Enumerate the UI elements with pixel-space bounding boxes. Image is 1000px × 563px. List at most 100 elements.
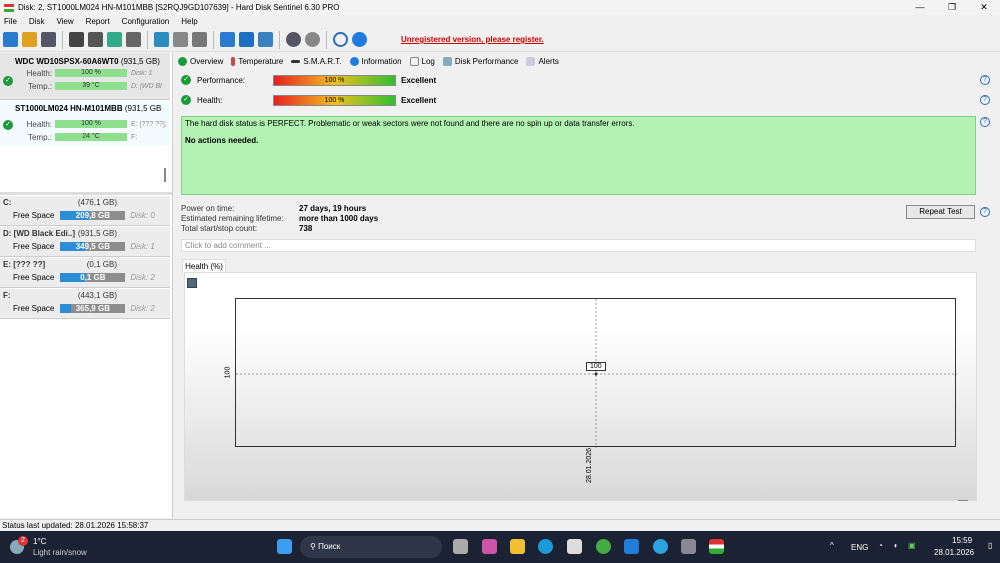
chevron-up-icon[interactable]: ^ (830, 541, 834, 550)
partition-item[interactable]: C: (476,1 GB) Free Space 209,8 GB Disk: 0 (0, 196, 170, 226)
vscode-icon[interactable] (624, 539, 639, 554)
tab-alerts[interactable]: Alerts (526, 56, 559, 66)
task-view-icon[interactable] (453, 539, 468, 554)
disk-number: Disk: 2 (130, 304, 155, 313)
menu-view[interactable]: View (56, 17, 73, 26)
disk-size: (931,5 GB (124, 104, 162, 113)
disk-test-icon[interactable] (69, 32, 84, 47)
wifi-icon[interactable]: ◔ (878, 541, 883, 550)
hard-disk-sentinel-icon[interactable] (709, 539, 724, 554)
tab-label: Information (361, 56, 402, 66)
register-link[interactable]: Unregistered version, please register. (401, 35, 544, 44)
tab-temperature[interactable]: Temperature (231, 56, 284, 66)
sound-icon[interactable] (305, 32, 320, 47)
info-icon[interactable] (352, 32, 367, 47)
partition-name: C: (3, 198, 12, 207)
free-space-label: Free Space (13, 242, 55, 251)
backup-icon[interactable] (192, 32, 207, 47)
chrome-icon[interactable] (596, 539, 611, 554)
tab-smart[interactable]: S.M.A.R.T. (291, 57, 342, 66)
store-icon[interactable] (567, 539, 582, 554)
partition-size: (443,1 GB) (77, 291, 117, 300)
edge-icon[interactable] (538, 539, 553, 554)
free-space-bar: 0,1 GB (60, 273, 126, 282)
start-icon[interactable] (277, 539, 292, 554)
refresh-icon[interactable] (3, 32, 18, 47)
copilot-icon[interactable] (482, 539, 497, 554)
notification-icon[interactable]: ▯ (988, 541, 992, 550)
help-icon[interactable]: ? (980, 117, 990, 127)
tab-label: Temperature (238, 56, 284, 66)
gear-icon[interactable] (286, 32, 301, 47)
partition-item[interactable]: F: (443,1 GB) Free Space 365,9 GB Disk: 2 (0, 289, 170, 319)
maximize-button[interactable]: ❐ (936, 0, 968, 15)
menu-disk[interactable]: Disk (29, 17, 45, 26)
status-box: The hard disk status is PERFECT. Problem… (181, 116, 976, 195)
weather-desc[interactable]: Light rain/snow (33, 548, 87, 557)
power-on-value: 27 days, 19 hours (299, 204, 367, 213)
menu-file[interactable]: File (4, 17, 17, 26)
repeat-test-button[interactable]: Repeat Test (906, 205, 975, 219)
actions-text: No actions needed. (185, 136, 259, 145)
clock-date[interactable]: 28.01.2026 (934, 548, 974, 557)
battery-icon[interactable]: ▣ (908, 541, 916, 550)
disk-number: Disk: 1 (131, 69, 153, 77)
check-icon: ✓ (181, 95, 191, 105)
power-on-label: Power on time: (181, 204, 235, 213)
menu-help[interactable]: Help (181, 17, 197, 26)
language-indicator[interactable]: ENG (851, 543, 868, 552)
save-icon[interactable] (187, 278, 197, 288)
disk-icon (291, 59, 301, 63)
disk-list-icon[interactable] (41, 32, 56, 47)
alert-icon (526, 56, 536, 66)
data-label: 100 (586, 362, 606, 371)
x-tick-label: 28.01.2026 (586, 447, 594, 484)
usb-icon[interactable] (173, 32, 188, 47)
weather-temp[interactable]: 1°C (33, 537, 46, 546)
tab-log[interactable]: Log (409, 56, 435, 66)
free-space-value: 0,1 GB (80, 273, 106, 282)
tab-bar: Overview Temperature S.M.A.R.T. Informat… (178, 54, 559, 68)
startstop-label: Total start/stop count: (181, 224, 258, 233)
splitter[interactable] (0, 192, 172, 195)
file-explorer-icon[interactable] (510, 539, 525, 554)
disk-ok-icon[interactable] (107, 32, 122, 47)
refresh-warning-icon[interactable] (22, 32, 37, 47)
help-icon[interactable] (333, 32, 348, 47)
tab-overview[interactable]: Overview (178, 56, 223, 66)
comment-input[interactable]: Click to add comment ... (181, 239, 976, 252)
close-button[interactable]: ✕ (968, 0, 1000, 15)
help-icon[interactable]: ? (980, 75, 990, 85)
mail-icon[interactable] (239, 32, 254, 47)
help-icon[interactable]: ? (980, 207, 990, 217)
disk-item[interactable]: ST1000LM024 HN-M101MBB (931,5 GB ✓ Healt… (0, 99, 170, 145)
disk-schedule-icon[interactable] (88, 32, 103, 47)
thermometer-icon (231, 56, 236, 66)
volume-icon[interactable]: ◖ (893, 541, 898, 550)
web-icon[interactable] (258, 32, 273, 47)
network-disk-icon[interactable] (154, 32, 169, 47)
help-icon[interactable]: ? (980, 95, 990, 105)
search-icon: ⚲ (310, 542, 319, 551)
scrollbar[interactable] (164, 168, 166, 182)
report-icon[interactable] (220, 32, 235, 47)
disk-search-icon[interactable] (126, 32, 141, 47)
weather-badge: 2 (18, 536, 28, 546)
tab-information[interactable]: Information (349, 56, 402, 66)
disk-number: Disk: 0 (130, 211, 155, 220)
menu-configuration[interactable]: Configuration (122, 17, 170, 26)
disk-item[interactable]: WDC WD10SPSX-60A6WT0 (931,5 GB) ✓ Health… (0, 53, 170, 99)
telegram-icon[interactable] (653, 539, 668, 554)
partition-size: (931,5 GB) (77, 229, 117, 238)
search-box[interactable]: ⚲ Поиск (300, 536, 442, 558)
tab-disk-performance[interactable]: Disk Performance (442, 56, 518, 66)
partition-item[interactable]: E: [??? ??] (0,1 GB) Free Space 0,1 GB Disk… (0, 258, 170, 288)
minimize-chart-icon[interactable]: — (958, 495, 968, 506)
menu-report[interactable]: Report (86, 17, 110, 26)
partition-name: D: [WD Black Edi..] (3, 229, 76, 238)
partition-item[interactable]: D: [WD Black Edi..] (931,5 GB) Free Space… (0, 227, 170, 257)
app-icon[interactable] (681, 539, 696, 554)
clock-time[interactable]: 15:59 (952, 536, 972, 545)
tab-health-chart[interactable]: Health (%) (182, 259, 226, 273)
minimize-button[interactable]: — (904, 0, 936, 15)
